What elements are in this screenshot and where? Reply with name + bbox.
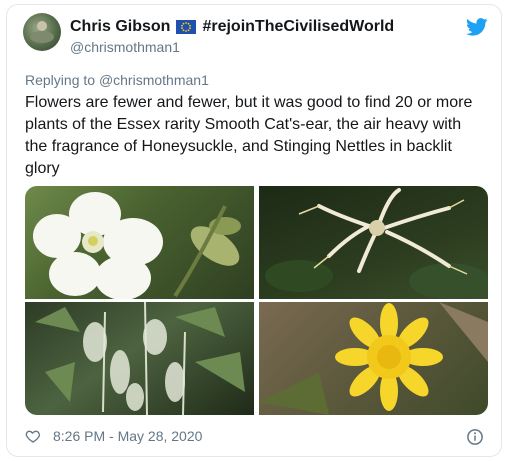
tweet-text: Flowers are fewer and fewer, but it was … [25,94,473,177]
replying-to-handle-link[interactable]: @chrismothman1 [99,72,209,88]
honeysuckle-photo[interactable] [259,186,488,299]
author-display-name[interactable]: Chris Gibson [70,18,170,36]
avatar[interactable] [23,13,61,51]
stinging-nettles-photo[interactable] [25,302,254,415]
author-name-hashtag: #rejoinTheCivilisedWorld [202,18,395,35]
author-name-row[interactable]: Chris Gibson #rejoinTheCivilisedWorld [70,18,394,36]
heart-icon[interactable] [25,428,41,444]
eu-flag-icon [176,20,197,34]
author-handle[interactable]: @chrismothman1 [70,39,180,55]
tweet-timestamp[interactable]: 8:26 PM - May 28, 2020 [53,428,202,444]
twitter-bird-icon[interactable] [466,18,488,36]
replying-to-label: Replying to [25,72,96,88]
info-icon[interactable] [466,428,484,446]
replying-to: Replying to @chrismothman1 [25,72,209,88]
media-grid [25,186,488,415]
tweet-footer: 8:26 PM - May 28, 2020 [25,428,202,444]
white-campion-photo[interactable] [25,186,254,299]
smooth-cats-ear-photo[interactable] [259,302,488,415]
